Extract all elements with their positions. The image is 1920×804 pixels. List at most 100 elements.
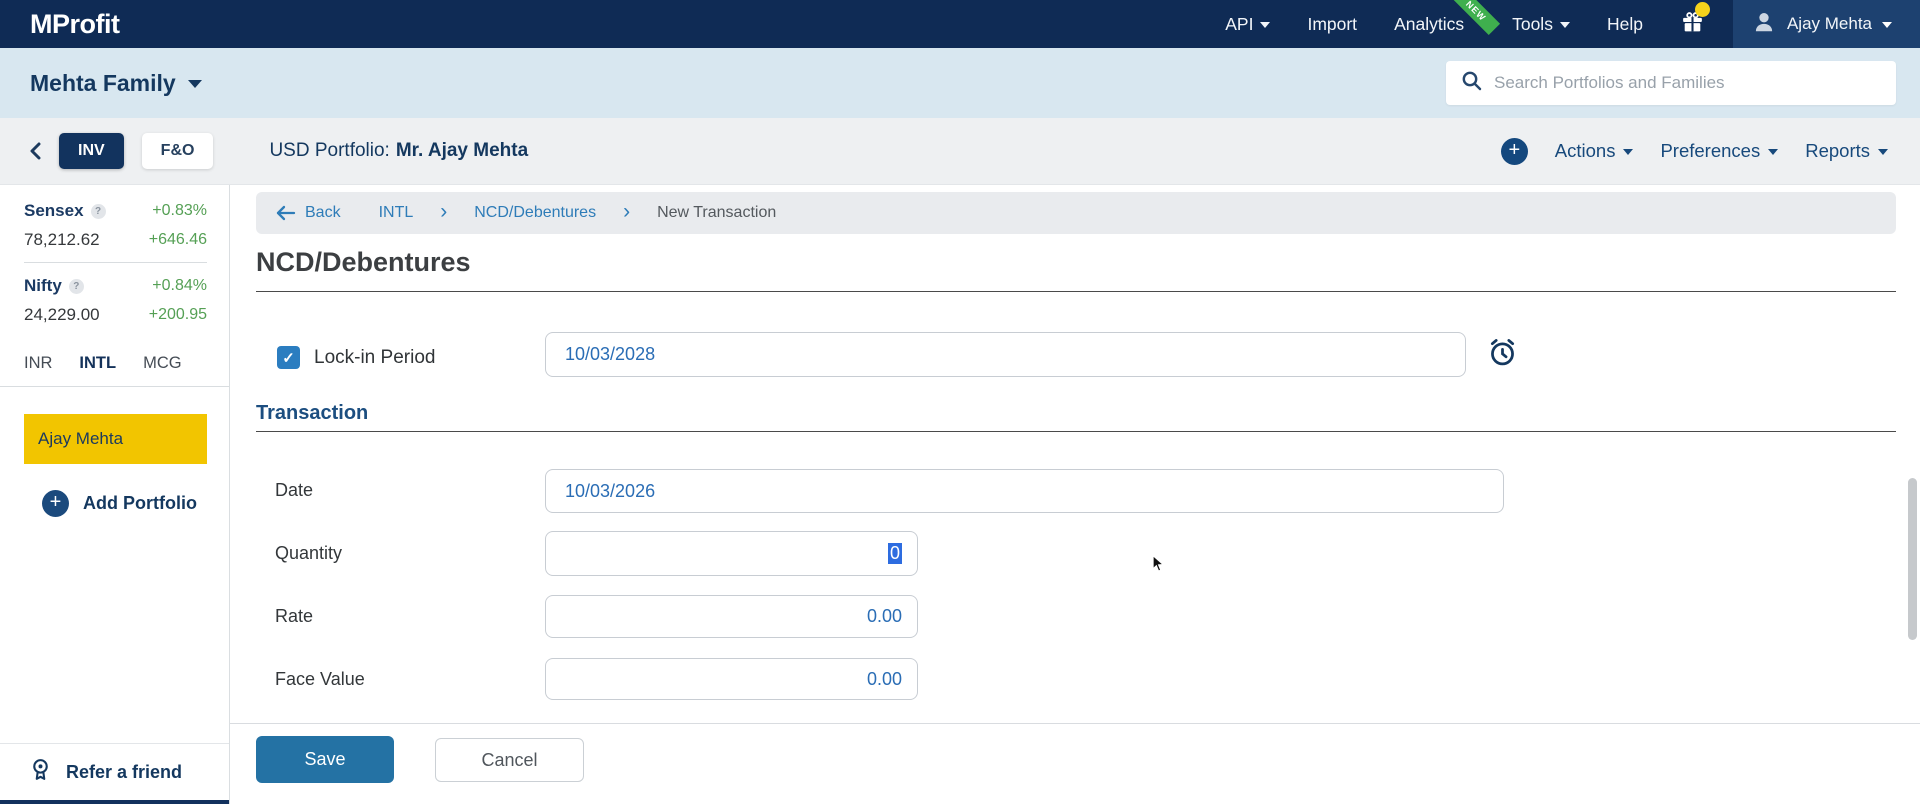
refer-a-friend-button[interactable]: Refer a friend — [0, 743, 229, 800]
rate-input[interactable]: 0.00 — [545, 595, 918, 638]
lockin-date-input[interactable]: 10/03/2028 — [545, 332, 1466, 377]
portfolio-bar: INV F&O USD Portfolio: Mr. Ajay Mehta + A… — [0, 118, 1920, 185]
divider — [230, 723, 1920, 724]
nav-help[interactable]: Help — [1607, 14, 1643, 35]
add-portfolio-button[interactable]: + Add Portfolio — [42, 490, 229, 517]
mouse-cursor — [1148, 553, 1170, 580]
add-transaction-button[interactable]: + — [1500, 137, 1528, 165]
user-avatar-icon — [1751, 9, 1777, 40]
nav-tools[interactable]: Tools — [1512, 14, 1570, 35]
lockin-label: Lock-in Period — [314, 347, 436, 368]
sensex-change-abs: +646.46 — [148, 231, 207, 248]
quantity-input[interactable]: 0 — [545, 531, 918, 576]
nav-api[interactable]: API — [1225, 13, 1271, 35]
alarm-clock-icon[interactable] — [1486, 336, 1519, 374]
portfolio-actions: + Actions Preferences Reports — [1500, 137, 1888, 165]
reports-menu[interactable]: Reports — [1805, 140, 1888, 162]
tab-mcg[interactable]: MCG — [143, 354, 182, 373]
breadcrumb-intl-link[interactable]: INTL — [379, 204, 414, 222]
user-name-label: Ajay Mehta — [1786, 14, 1872, 33]
nifty-change-abs: +200.95 — [148, 306, 207, 323]
back-button[interactable]: Back — [275, 204, 341, 222]
currency-tabs: INR INTL MCG — [0, 334, 229, 373]
preferences-menu[interactable]: Preferences — [1660, 140, 1779, 162]
nav-analytics-label: Analytics — [1394, 13, 1465, 34]
plus-icon: + — [42, 490, 69, 517]
date-input[interactable]: 10/03/2026 — [545, 469, 1504, 513]
sensex-header-row: Sensex ? +0.83% — [24, 201, 207, 221]
rewards-gift-button[interactable] — [1680, 2, 1710, 39]
chevron-down-icon — [1623, 149, 1634, 155]
nifty-header-row: Nifty ? +0.84% — [24, 276, 207, 296]
rate-label: Rate — [275, 606, 314, 626]
actions-menu[interactable]: Actions — [1555, 140, 1634, 162]
nav-import[interactable]: Import — [1307, 14, 1357, 35]
divider — [0, 386, 229, 387]
arrow-left-icon — [276, 205, 296, 221]
breadcrumb-ncd-link[interactable]: NCD/Debentures — [474, 204, 596, 222]
nifty-change-pct: +0.84% — [152, 277, 207, 294]
tab-inr[interactable]: INR — [24, 354, 52, 373]
add-portfolio-label: Add Portfolio — [83, 493, 197, 513]
nav-tools-label: Tools — [1512, 13, 1553, 34]
date-value: 10/03/2026 — [565, 480, 656, 501]
sensex-value: 78,212.62 — [24, 230, 100, 249]
quantity-label: Quantity — [275, 543, 343, 563]
face-value-value: 0.00 — [866, 668, 902, 689]
family-bar: Mehta Family — [0, 48, 1920, 118]
save-button[interactable]: Save — [256, 736, 394, 783]
tab-intl[interactable]: INTL — [79, 354, 116, 373]
nav-import-label: Import — [1307, 13, 1358, 34]
portfolio-title: USD Portfolio: Mr. Ajay Mehta — [269, 140, 528, 162]
breadcrumb-current: New Transaction — [657, 204, 777, 221]
medal-icon — [28, 757, 53, 787]
cancel-button[interactable]: Cancel — [435, 738, 584, 782]
top-navbar: MProfit API Import Analytics NEW Tools H… — [0, 0, 1920, 48]
date-label: Date — [275, 480, 314, 500]
main-content: Back INTL › NCD/Debentures › New Transac… — [230, 185, 1920, 804]
nifty-value: 24,229.00 — [24, 305, 100, 324]
navbar-menu: API Import Analytics NEW Tools Help Ajay… — [1225, 0, 1920, 48]
mprofit-logo[interactable]: MProfit — [30, 9, 120, 40]
lockin-checkbox[interactable]: ✓ — [277, 346, 300, 369]
vertical-scrollbar-thumb[interactable] — [1908, 478, 1917, 640]
page-body: Sensex ? +0.83% 78,212.62 +646.46 Nifty … — [0, 185, 1920, 804]
chevron-down-icon — [1878, 149, 1888, 155]
search-icon — [1460, 69, 1484, 98]
sidebar-bottom-strip — [0, 800, 229, 804]
nav-api-label: API — [1225, 13, 1254, 34]
sidebar-portfolio-item-selected[interactable]: Ajay Mehta — [24, 414, 207, 464]
family-name-label: Mehta Family — [30, 69, 176, 96]
tab-fo[interactable]: F&O — [141, 133, 214, 169]
back-label: Back — [305, 204, 341, 221]
search-input[interactable] — [1494, 73, 1882, 93]
chevron-down-icon — [1260, 22, 1271, 28]
divider — [24, 262, 207, 263]
rate-value: 0.00 — [866, 606, 902, 626]
sensex-change-pct: +0.83% — [152, 202, 207, 219]
preferences-label: Preferences — [1660, 140, 1761, 161]
global-search[interactable] — [1446, 61, 1896, 105]
quantity-value-selected: 0 — [887, 543, 902, 564]
chevron-left-icon — [30, 142, 41, 160]
user-menu[interactable]: Ajay Mehta — [1732, 0, 1920, 48]
chevron-right-icon: › — [440, 200, 448, 223]
reports-label: Reports — [1805, 140, 1870, 161]
nifty-value-row: 24,229.00 +200.95 — [24, 305, 207, 325]
chevron-down-icon — [1559, 22, 1570, 28]
divider — [256, 431, 1896, 432]
chevron-down-icon — [1768, 149, 1779, 155]
transaction-section-title: Transaction — [256, 402, 369, 424]
sensex-value-row: 78,212.62 +646.46 — [24, 230, 207, 250]
index-name: Nifty ? — [24, 276, 84, 296]
chevron-down-icon — [1882, 22, 1892, 28]
nav-analytics[interactable]: Analytics NEW — [1394, 0, 1501, 35]
face-value-input[interactable]: 0.00 — [545, 658, 918, 700]
tab-inv[interactable]: INV — [59, 133, 124, 169]
sidebar: Sensex ? +0.83% 78,212.62 +646.46 Nifty … — [0, 185, 230, 804]
help-icon[interactable]: ? — [68, 278, 84, 294]
face-value-label: Face Value — [275, 669, 365, 689]
help-icon[interactable]: ? — [90, 203, 106, 219]
collapse-sidebar-button[interactable] — [30, 142, 42, 160]
family-selector[interactable]: Mehta Family — [30, 70, 202, 97]
